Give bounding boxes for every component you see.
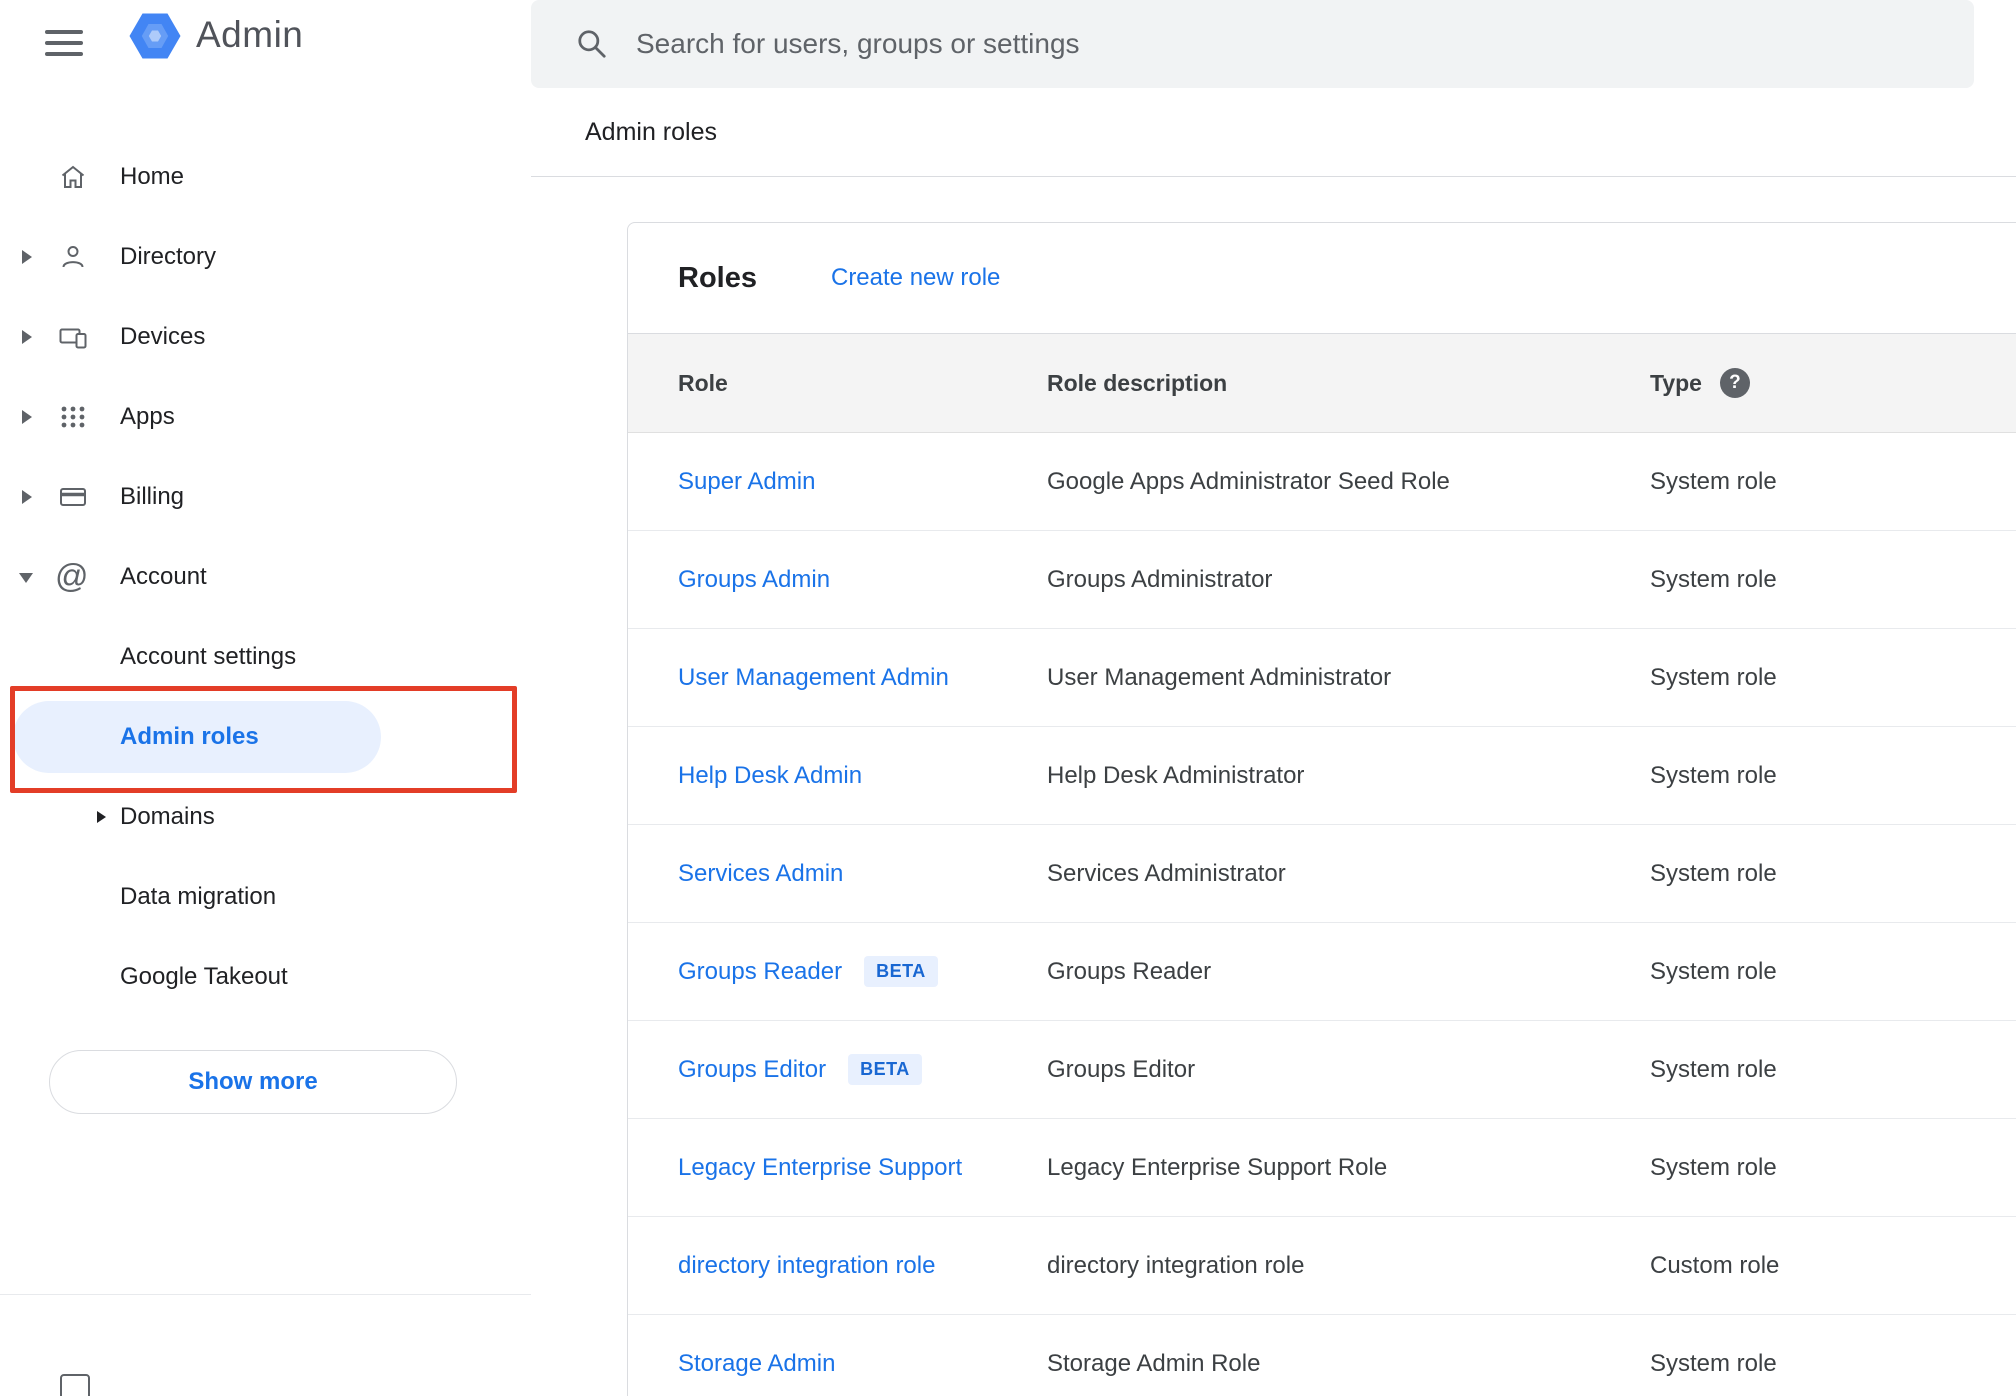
role-description: Groups Editor [1047,1055,1196,1083]
app-title: Admin [196,14,304,55]
role-link[interactable]: Groups Admin [678,566,830,594]
role-description: Groups Administrator [1047,565,1273,593]
sidebar-item-admin-roles[interactable]: Admin roles [13,701,381,773]
sidebar: Admin Home Directory Devices Apps Billin… [0,0,531,1396]
table-row: Legacy Enterprise Support Legacy Enterpr… [628,1119,2016,1217]
help-icon[interactable]: ? [1719,368,1750,398]
search-input[interactable] [636,0,1936,88]
table-row: Services Admin Services Administrator Sy… [628,825,2016,923]
role-link[interactable]: directory integration role [678,1252,935,1280]
role-type: System role [1650,761,1777,789]
home-icon [58,162,88,192]
sidebar-item-apps[interactable]: Apps [0,377,531,457]
sidebar-item-label: Account settings [120,643,297,670]
chevron-right-icon[interactable] [22,410,32,424]
table-row: Storage Admin Storage Admin Role System … [628,1315,2016,1396]
role-link[interactable]: Super Admin [678,468,815,496]
table-row: Groups Reader BETA Groups Reader System … [628,923,2016,1021]
column-header-role: Role [678,369,728,396]
role-link[interactable]: User Management Admin [678,664,949,692]
role-type: System role [1650,565,1777,593]
role-link[interactable]: Storage Admin [678,1350,835,1378]
chevron-right-icon[interactable] [22,250,32,264]
role-link[interactable]: Groups Reader [678,958,842,986]
sidebar-item-devices[interactable]: Devices [0,297,531,377]
sidebar-item-label: Apps [120,403,175,430]
sidebar-item-label: Domains [120,803,215,830]
table-row: Help Desk Admin Help Desk Administrator … [628,727,2016,825]
beta-badge: BETA [864,956,938,987]
table-row: directory integration role directory int… [628,1217,2016,1315]
sidebar-item-account-settings[interactable]: Account settings [0,617,531,697]
sidebar-item-label: Account [120,563,207,590]
apps-grid-icon [58,402,88,432]
table-header-row: Role Role description Type ? [628,333,2016,433]
sidebar-item-label: Billing [120,483,185,510]
sidebar-item-label: Data migration [120,883,277,910]
breadcrumb: Admin roles [585,118,717,146]
sidebar-item-directory[interactable]: Directory [0,217,531,297]
role-type: System role [1650,467,1777,495]
person-icon [58,242,88,272]
beta-badge: BETA [848,1054,922,1085]
search-icon [575,27,609,61]
role-description: directory integration role [1047,1251,1305,1279]
role-description: Legacy Enterprise Support Role [1047,1153,1388,1181]
column-header-description: Role description [1047,369,1228,396]
sidebar-item-label: Directory [120,243,217,270]
role-link[interactable]: Services Admin [678,860,843,888]
chevron-down-icon[interactable] [19,573,33,583]
chevron-right-icon[interactable] [97,811,106,823]
menu-icon[interactable] [45,28,83,58]
role-link[interactable]: Help Desk Admin [678,762,862,790]
column-header-type: Type ? [1650,368,2016,398]
sidebar-item-billing[interactable]: Billing [0,457,531,537]
table-row: Super Admin Google Apps Administrator Se… [628,433,2016,531]
header-divider [531,176,2016,177]
role-description: Google Apps Administrator Seed Role [1047,467,1450,495]
role-description: User Management Administrator [1047,663,1392,691]
sidebar-item-google-takeout[interactable]: Google Takeout [0,937,531,1017]
table-row: User Management Admin User Management Ad… [628,629,2016,727]
billing-card-icon [58,482,88,512]
chevron-right-icon[interactable] [22,490,32,504]
sidebar-item-home[interactable]: Home [0,137,531,217]
show-more-button[interactable]: Show more [49,1050,457,1114]
page-title: Roles [678,261,757,294]
admin-logo-icon [128,12,182,60]
devices-icon [58,322,88,352]
role-type: System role [1650,1153,1777,1181]
role-link[interactable]: Legacy Enterprise Support [678,1154,962,1182]
role-description: Groups Reader [1047,957,1212,985]
role-type: System role [1650,1055,1777,1083]
roles-card: Roles Create new role Role Role descript… [627,222,2016,1396]
role-description: Help Desk Administrator [1047,761,1305,789]
sidebar-item-label: Admin roles [120,723,259,750]
role-description: Storage Admin Role [1047,1349,1261,1377]
search-bar[interactable] [531,0,1974,88]
sidebar-item-label: Home [120,163,185,190]
table-row: Groups Editor BETA Groups Editor System … [628,1021,2016,1119]
sidebar-item-account[interactable]: @ Account [0,537,531,617]
role-description: Services Administrator [1047,859,1286,887]
role-type: System role [1650,957,1777,985]
sidebar-item-data-migration[interactable]: Data migration [0,857,531,937]
sidebar-footer-divider [0,1294,531,1295]
sidebar-item-domains[interactable]: Domains [0,777,531,857]
role-type: Custom role [1650,1251,1780,1279]
sidebar-item-label: Google Takeout [120,963,288,990]
role-type: System role [1650,663,1777,691]
role-type: System role [1650,859,1777,887]
sidebar-footer-icon[interactable] [60,1374,90,1396]
sidebar-item-label: Devices [120,323,206,350]
table-row: Groups Admin Groups Administrator System… [628,531,2016,629]
chevron-right-icon[interactable] [22,330,32,344]
role-type: System role [1650,1349,1777,1377]
account-at-icon: @ [55,557,89,594]
role-link[interactable]: Groups Editor [678,1056,826,1084]
create-new-role-link[interactable]: Create new role [831,264,1000,292]
